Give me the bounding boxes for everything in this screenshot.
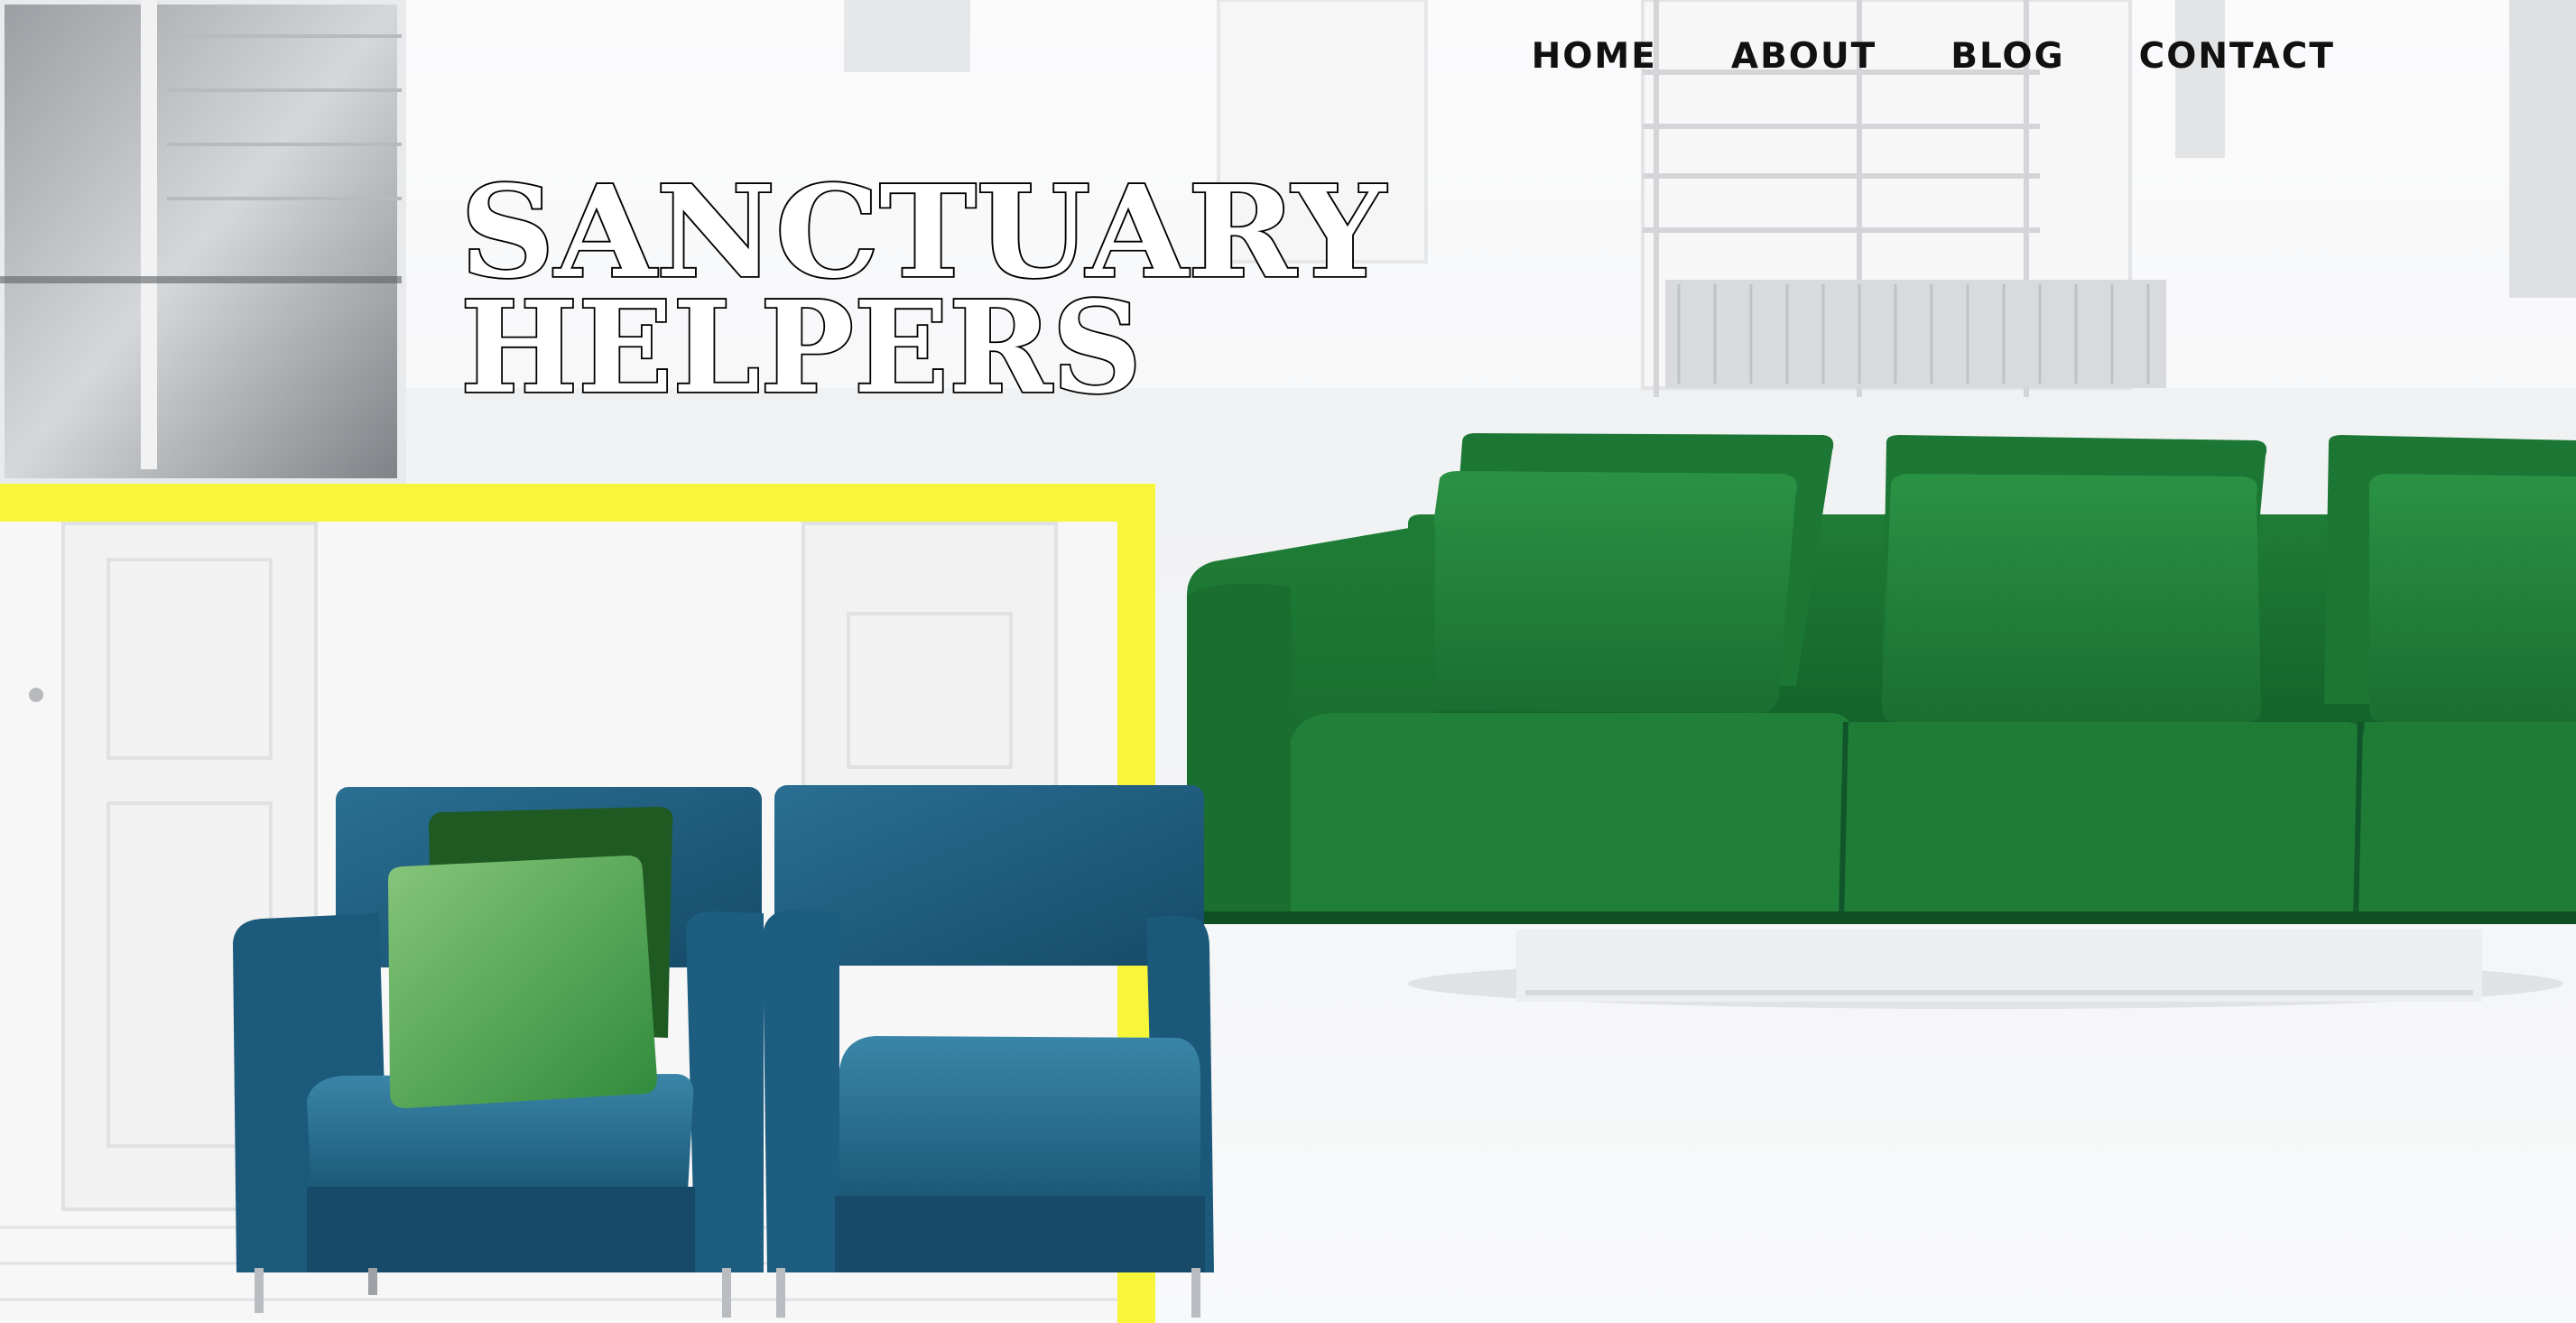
nav-about-link[interactable]: ABOUT — [1731, 36, 1876, 77]
blue-armchairs — [233, 785, 1214, 1318]
nav-home-link[interactable]: HOME — [1532, 36, 1657, 77]
site-title: SANCTUARY HELPERS — [459, 157, 1453, 424]
site-title-line-2: HELPERS — [460, 274, 1142, 404]
nav-blog-link[interactable]: BLOG — [1951, 36, 2064, 77]
hero-page: HOME ABOUT BLOG CONTACT SANCTUARY HELPER… — [0, 0, 2576, 1323]
nav-contact-link[interactable]: CONTACT — [2139, 36, 2335, 77]
main-nav: HOME ABOUT BLOG CONTACT — [1532, 36, 2335, 77]
green-sofa — [1187, 433, 2576, 924]
